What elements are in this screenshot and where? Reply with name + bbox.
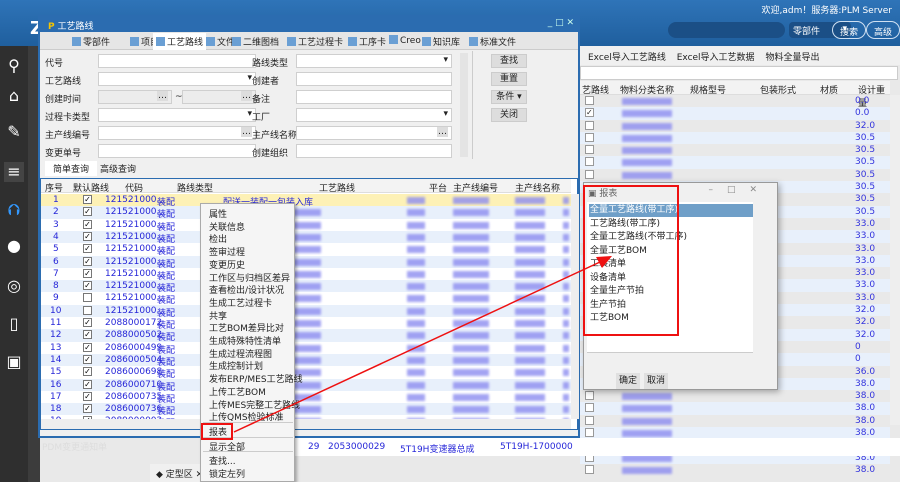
annotation-arrow [233, 256, 612, 433]
